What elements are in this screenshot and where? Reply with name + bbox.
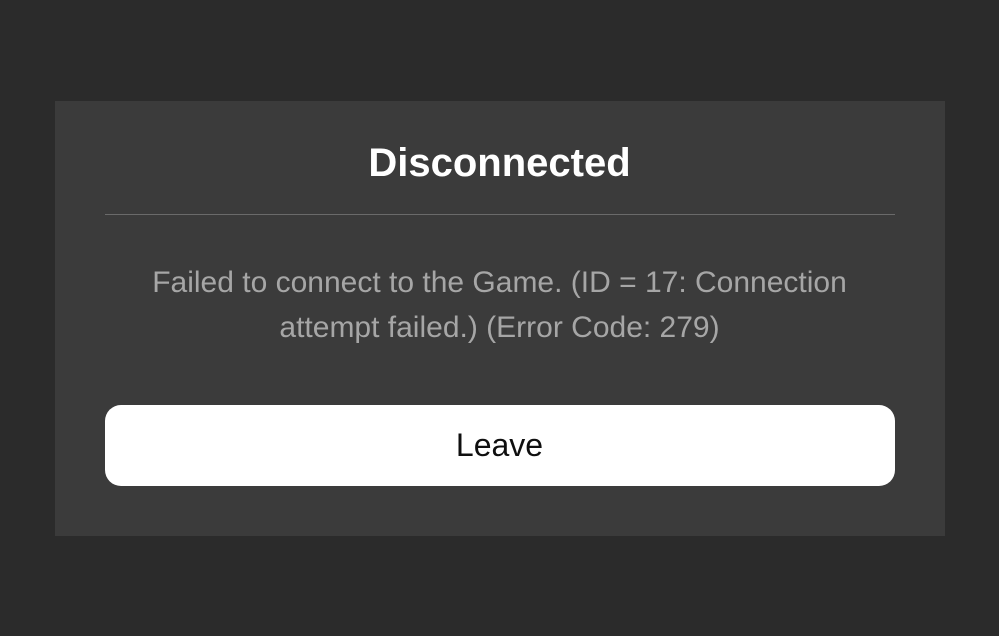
dialog-message: Failed to connect to the Game. (ID = 17:…: [150, 260, 850, 350]
divider: [105, 214, 895, 215]
disconnect-dialog: Disconnected Failed to connect to the Ga…: [55, 101, 945, 536]
dialog-title: Disconnected: [368, 141, 630, 186]
leave-button[interactable]: Leave: [105, 405, 895, 486]
